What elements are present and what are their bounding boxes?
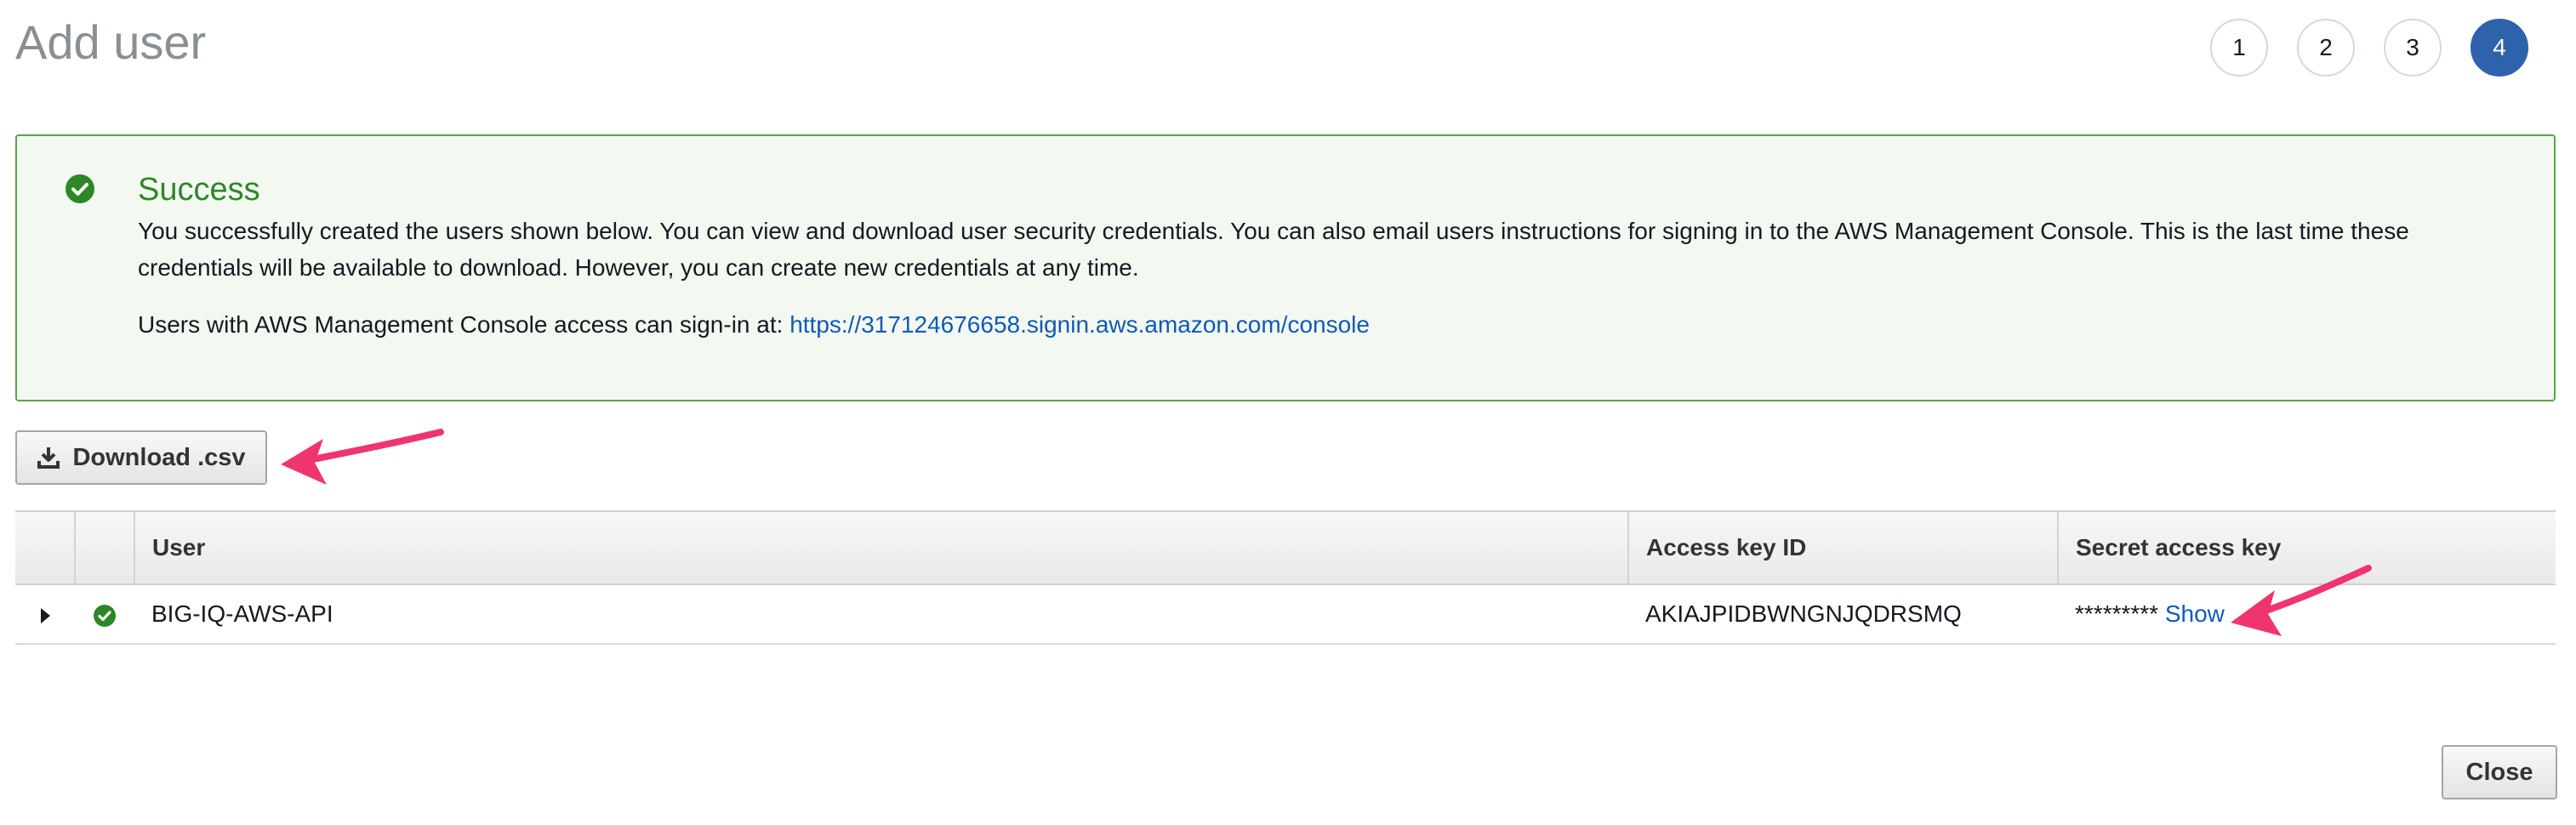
success-alert: Success You successfully created the use… [15, 134, 2556, 401]
console-signin-prefix: Users with AWS Management Console access… [138, 311, 790, 338]
close-button[interactable]: Close [2442, 745, 2557, 799]
table-header-row: User Access key ID Secret access key [15, 510, 2556, 585]
annotation-arrow-download [281, 429, 444, 485]
download-icon [37, 447, 60, 469]
expand-column-header [15, 510, 75, 585]
column-header-user[interactable]: User [134, 510, 1628, 585]
check-circle-icon [66, 174, 94, 203]
console-signin-text: Users with AWS Management Console access… [138, 306, 1370, 343]
step-1[interactable]: 1 [2210, 19, 2268, 77]
column-header-secret-access-key[interactable]: Secret access key [2057, 510, 2556, 585]
page-title: Add user [15, 15, 207, 69]
step-4-current: 4 [2471, 19, 2528, 77]
download-csv-label: Download .csv [72, 443, 246, 471]
alert-title: Success [138, 172, 260, 208]
credentials-table: User Access key ID Secret access key BIG… [15, 510, 2556, 645]
step-3[interactable]: 3 [2384, 19, 2442, 77]
access-key-id-cell: AKIAJPIDBWNGNJQDRSMQ [1628, 584, 2058, 645]
close-button-label: Close [2465, 758, 2533, 786]
secret-masked-value: ********* [2075, 600, 2159, 627]
secret-access-key-cell: ********* Show [2058, 584, 2556, 645]
download-csv-button[interactable]: Download .csv [15, 430, 267, 485]
user-name-cell: BIG-IQ-AWS-API [134, 584, 1628, 645]
wizard-steps: 1 2 3 4 [2210, 19, 2528, 77]
caret-right-icon [40, 607, 50, 623]
check-circle-icon [94, 604, 116, 627]
show-secret-link[interactable]: Show [2165, 600, 2225, 627]
column-header-access-key-id[interactable]: Access key ID [1627, 510, 2058, 585]
step-2[interactable]: 2 [2297, 19, 2355, 77]
row-status [75, 584, 134, 645]
console-signin-link[interactable]: https://317124676658.signin.aws.amazon.c… [789, 311, 1370, 338]
status-column-header [74, 510, 134, 585]
table-row: BIG-IQ-AWS-API AKIAJPIDBWNGNJQDRSMQ ****… [15, 584, 2556, 645]
expand-row-toggle[interactable] [15, 584, 75, 645]
alert-message: You successfully created the users shown… [138, 218, 2409, 281]
